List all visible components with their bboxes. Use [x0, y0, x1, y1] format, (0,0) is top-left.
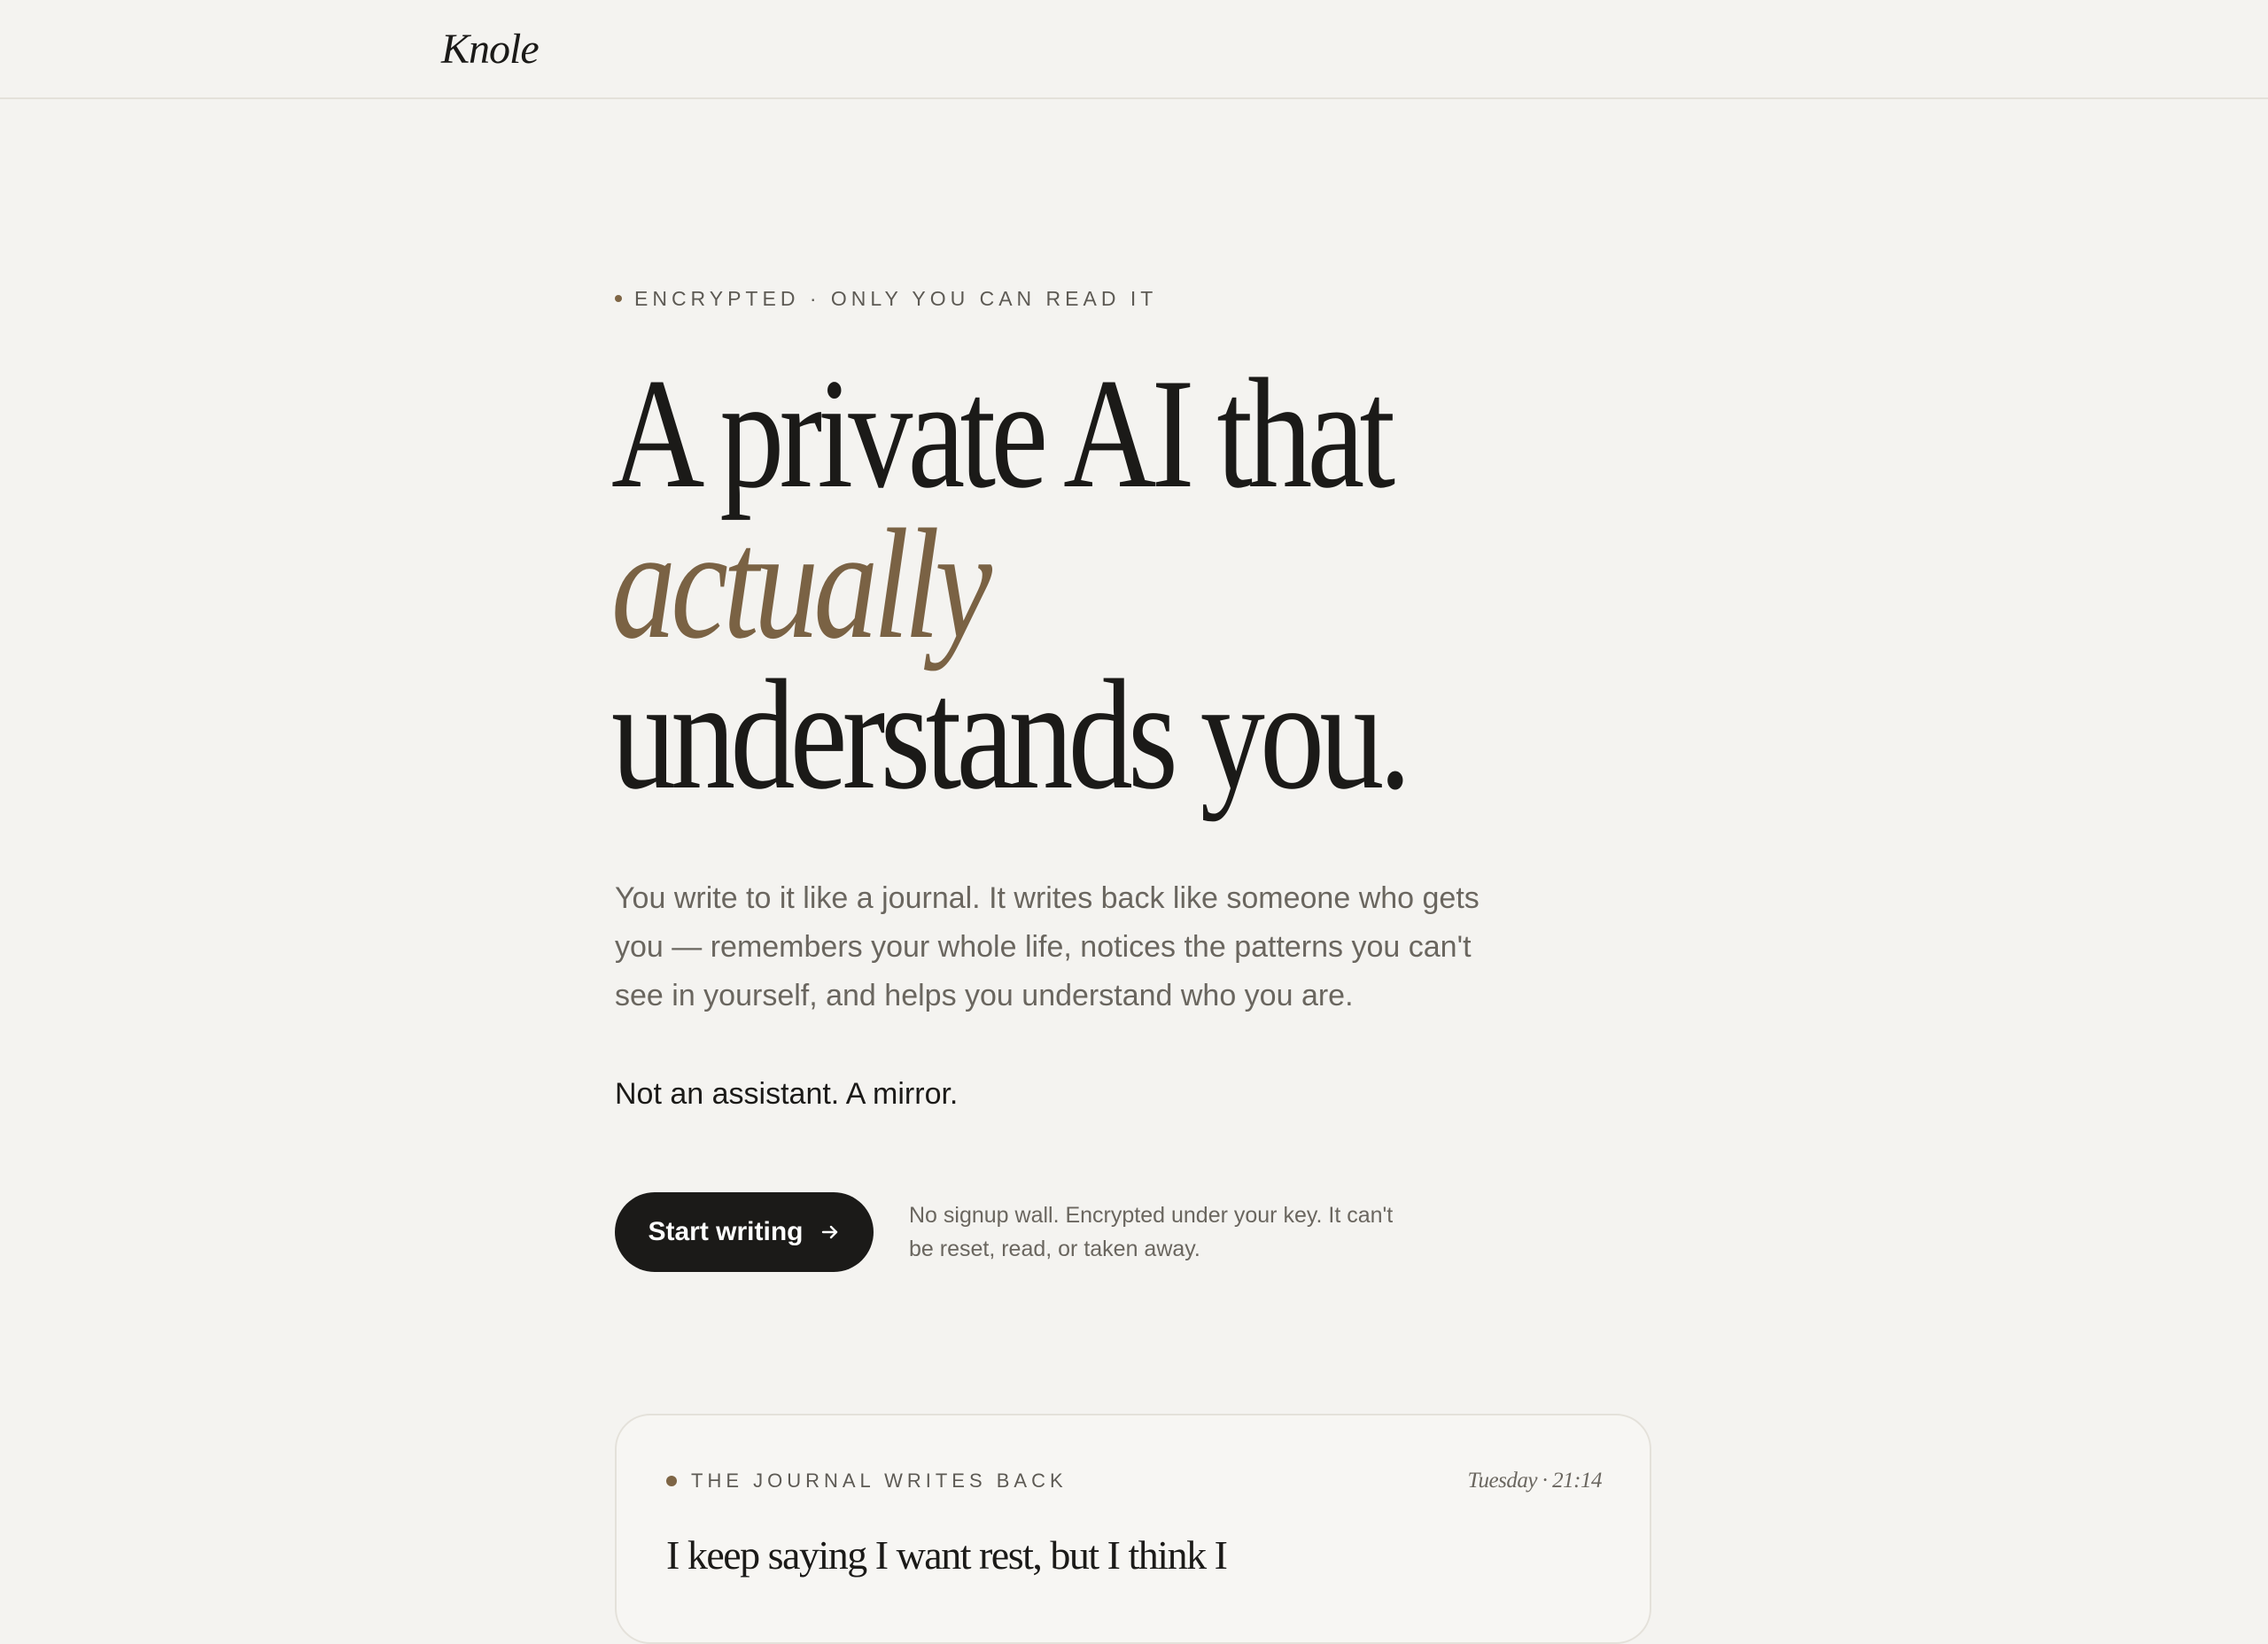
- card-dot-icon: [666, 1476, 677, 1486]
- card-timestamp: Tuesday · 21:14: [1467, 1469, 1602, 1493]
- hero-tagline: Not an assistant. A mirror.: [615, 1077, 959, 1111]
- arrow-right-icon: [821, 1225, 837, 1239]
- logo[interactable]: Knole: [441, 21, 540, 78]
- journal-entry-text: I keep saying I want rest, but I think I: [666, 1532, 1228, 1578]
- card-eyebrow: THE JOURNAL WRITES BACK: [666, 1469, 1068, 1493]
- eyebrow-dot-icon: [615, 295, 622, 302]
- headline-line-3: understands you.: [611, 647, 1411, 822]
- hero-eyebrow: ENCRYPTED · ONLY YOU CAN READ IT: [615, 285, 1157, 312]
- cta-note: No signup wall. Encrypted under your key…: [909, 1203, 1394, 1261]
- top-bar: Knole: [0, 0, 2268, 99]
- start-writing-label: Start writing: [648, 1217, 804, 1246]
- headline-line-1: A private AI that: [611, 345, 1395, 521]
- hero-headline: A private AI that actually understands y…: [611, 345, 1411, 822]
- eyebrow-label: ENCRYPTED · ONLY YOU CAN READ IT: [634, 287, 1158, 310]
- journal-preview-card: THE JOURNAL WRITES BACK Tuesday · 21:14 …: [615, 1414, 1651, 1644]
- start-writing-button[interactable]: Start writing: [615, 1192, 874, 1272]
- hero-description: You write to it like a journal. It write…: [615, 881, 1480, 1012]
- headline-accent-word: actually: [611, 496, 992, 671]
- card-eyebrow-label: THE JOURNAL WRITES BACK: [691, 1470, 1068, 1492]
